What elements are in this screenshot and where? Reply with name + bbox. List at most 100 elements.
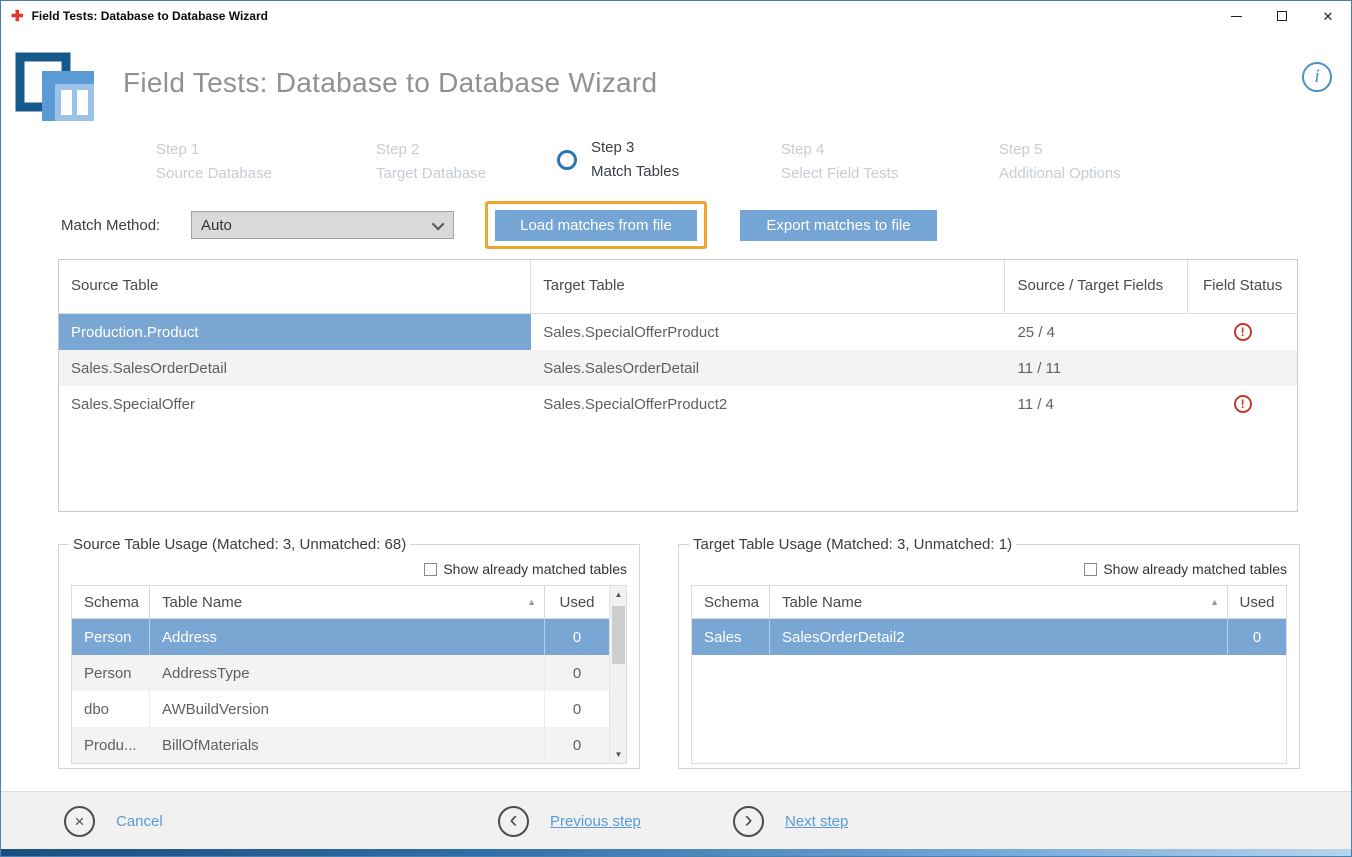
usage-header-row: Schema Table Name ▲ Used	[72, 586, 609, 619]
scroll-up-icon[interactable]: ▲	[610, 586, 627, 603]
step-number: Step 4	[781, 138, 898, 162]
step-3-match-tables[interactable]: Step 3 Match Tables	[557, 136, 679, 184]
step-5-additional-options[interactable]: Step 5 Additional Options	[999, 138, 1121, 186]
usage-row-dbo-awbuildversion[interactable]: dbo AWBuildVersion 0	[72, 691, 609, 727]
wizard-steps: Step 1 Source Database Step 2 Target Dat…	[1, 138, 1351, 184]
usage-row-person-address[interactable]: Person Address 0	[72, 619, 609, 655]
source-show-matched-checkbox[interactable]: Show already matched tables	[71, 559, 627, 579]
minimize-icon	[1231, 16, 1242, 17]
step-number: Step 5	[999, 138, 1121, 162]
col-header-table-name[interactable]: Table Name ▲	[150, 586, 545, 618]
schema-cell: Produ...	[72, 727, 150, 763]
matched-tables-grid: Source Table Target Table Source / Targe…	[58, 259, 1298, 512]
field-status-cell	[1188, 350, 1297, 386]
sort-ascending-icon: ▲	[1210, 597, 1219, 607]
load-matches-button[interactable]: Load matches from file	[495, 210, 697, 241]
table-row-sales-salesorderdetail[interactable]: Sales.SalesOrderDetail Sales.SalesOrderD…	[59, 350, 1297, 386]
bottom-gradient-strip	[1, 849, 1351, 856]
usage-row-production-billofmaterials[interactable]: Produ... BillOfMaterials 0	[72, 727, 609, 763]
scroll-down-icon[interactable]: ▼	[610, 746, 627, 763]
cancel-label: Cancel	[116, 813, 163, 830]
table-name-cell: AWBuildVersion	[150, 691, 545, 727]
target-usage-table: Schema Table Name ▲ Used Sales SalesOrde…	[691, 585, 1287, 764]
vertical-scrollbar[interactable]: ▲ ▼	[609, 586, 626, 763]
table-row-production-product[interactable]: Production.Product Sales.SpecialOfferPro…	[59, 314, 1297, 350]
sort-ascending-icon: ▲	[527, 597, 536, 607]
previous-step-button[interactable]: ‹ Previous step	[498, 806, 641, 837]
next-chevron-icon: ›	[733, 806, 764, 837]
cancel-circle-icon: ×	[64, 806, 95, 837]
source-table-cell: Sales.SalesOrderDetail	[59, 350, 531, 386]
step-label: Additional Options	[999, 162, 1121, 186]
col-header-used[interactable]: Used	[1228, 586, 1286, 618]
previous-chevron-icon: ‹	[498, 806, 529, 837]
target-table-cell: Sales.SpecialOfferProduct2	[531, 386, 1005, 422]
table-name-cell: SalesOrderDetail2	[770, 619, 1228, 655]
source-table-usage-group: Source Table Usage (Matched: 3, Unmatche…	[58, 536, 640, 769]
window-title: Field Tests: Database to Database Wizard	[32, 9, 268, 23]
step-1-source-database[interactable]: Step 1 Source Database	[156, 138, 272, 186]
table-name-cell: AddressType	[150, 655, 545, 691]
match-method-label: Match Method:	[61, 217, 160, 234]
col-header-table-name[interactable]: Table Name ▲	[770, 586, 1228, 618]
schema-cell: dbo	[72, 691, 150, 727]
fields-count-cell: 11 / 4	[1005, 386, 1188, 422]
info-icon[interactable]: i	[1302, 62, 1332, 92]
col-header-field-status: Field Status	[1188, 260, 1297, 313]
footer-bar: × Cancel ‹ Previous step › Next step	[1, 791, 1351, 851]
step-number: Step 1	[156, 138, 272, 162]
used-cell: 0	[545, 619, 609, 655]
close-button[interactable]: ✕	[1305, 1, 1351, 31]
dropdown-arrow-icon	[432, 217, 445, 230]
app-logo	[15, 45, 97, 130]
titlebar: ✚ Field Tests: Database to Database Wiza…	[1, 1, 1351, 31]
table-name-cell: Address	[150, 619, 545, 655]
checkbox-label: Show already matched tables	[1103, 561, 1287, 577]
col-header-schema[interactable]: Schema	[692, 586, 770, 618]
error-icon: !	[1234, 323, 1252, 341]
target-show-matched-checkbox[interactable]: Show already matched tables	[691, 559, 1287, 579]
minimize-button[interactable]	[1213, 1, 1259, 31]
app-icon: ✚	[11, 9, 24, 24]
orange-highlight-box: Load matches from file	[485, 201, 707, 249]
col-header-source-table: Source Table	[59, 260, 531, 313]
checkbox-label: Show already matched tables	[443, 561, 627, 577]
error-icon: !	[1234, 395, 1252, 413]
col-header-schema[interactable]: Schema	[72, 586, 150, 618]
source-usage-title: Source Table Usage (Matched: 3, Unmatche…	[69, 536, 410, 553]
step-4-select-field-tests[interactable]: Step 4 Select Field Tests	[781, 138, 898, 186]
step-label: Match Tables	[591, 160, 679, 184]
active-step-ring-icon	[557, 150, 577, 170]
schema-cell: Sales	[692, 619, 770, 655]
step-number: Step 2	[376, 138, 486, 162]
usage-row-person-addresstype[interactable]: Person AddressType 0	[72, 655, 609, 691]
step-2-target-database[interactable]: Step 2 Target Database	[376, 138, 486, 186]
target-table-usage-group: Target Table Usage (Matched: 3, Unmatche…	[678, 536, 1300, 769]
info-glyph: i	[1314, 66, 1319, 88]
checkbox-icon	[1084, 563, 1097, 576]
maximize-button[interactable]	[1259, 1, 1305, 31]
schema-cell: Person	[72, 619, 150, 655]
scrollbar-thumb[interactable]	[612, 606, 625, 664]
source-usage-table: Schema Table Name ▲ Used Person Address …	[71, 585, 627, 764]
export-matches-button[interactable]: Export matches to file	[740, 210, 937, 241]
cancel-button[interactable]: × Cancel	[64, 806, 163, 837]
col-header-used[interactable]: Used	[545, 586, 609, 618]
next-step-button[interactable]: › Next step	[733, 806, 848, 837]
target-usage-title: Target Table Usage (Matched: 3, Unmatche…	[689, 536, 1016, 553]
target-table-cell: Sales.SpecialOfferProduct	[531, 314, 1005, 350]
match-method-select[interactable]: Auto	[191, 211, 454, 239]
step-label: Target Database	[376, 162, 486, 186]
step-label: Select Field Tests	[781, 162, 898, 186]
schema-cell: Person	[72, 655, 150, 691]
table-row-sales-specialoffer[interactable]: Sales.SpecialOffer Sales.SpecialOfferPro…	[59, 386, 1297, 422]
match-method-value: Auto	[201, 217, 232, 234]
col-header-source-target-fields: Source / Target Fields	[1005, 260, 1188, 313]
close-icon: ✕	[1323, 10, 1334, 23]
table-name-cell: BillOfMaterials	[150, 727, 545, 763]
used-cell: 0	[545, 691, 609, 727]
page-title: Field Tests: Database to Database Wizard	[123, 67, 657, 99]
usage-row-sales-salesorderdetail2[interactable]: Sales SalesOrderDetail2 0	[692, 619, 1286, 655]
step-number: Step 3	[591, 136, 679, 160]
step-label: Source Database	[156, 162, 272, 186]
